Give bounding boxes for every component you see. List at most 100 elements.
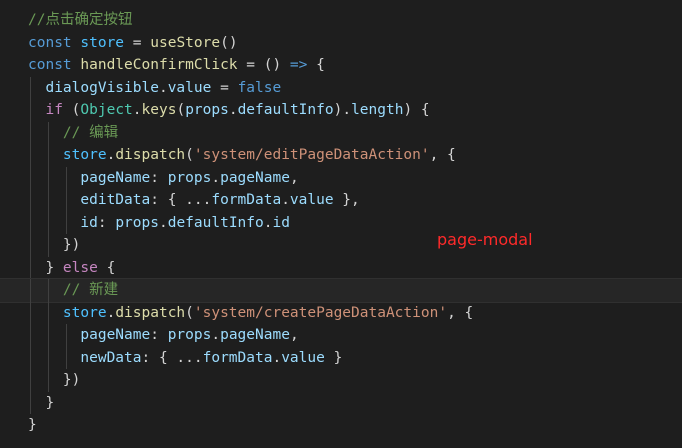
code-line[interactable]: } bbox=[0, 391, 682, 414]
code-token: }) bbox=[28, 237, 81, 253]
code-token: . bbox=[158, 79, 168, 96]
code-token: value bbox=[167, 79, 212, 96]
code-token: : { ... bbox=[141, 349, 203, 366]
code-token: : bbox=[97, 214, 116, 231]
code-token: pageName bbox=[220, 327, 290, 343]
code-line[interactable]: } bbox=[0, 414, 682, 437]
indent-guide bbox=[48, 369, 50, 392]
code-token: value bbox=[289, 192, 334, 208]
code-line[interactable]: const store = useStore() bbox=[0, 32, 682, 55]
code-editor[interactable]: //点击确定按钮 const store = useStore() const ha… bbox=[0, 0, 682, 448]
code-token: { bbox=[97, 259, 116, 276]
code-line[interactable]: store.dispatch('system/createPageDataAct… bbox=[0, 301, 682, 324]
code-token: props bbox=[167, 169, 212, 186]
code-token: = bbox=[211, 79, 238, 96]
indent-guide bbox=[30, 76, 31, 99]
code-token: defaultInfo bbox=[237, 102, 334, 118]
indent-guide bbox=[30, 121, 31, 144]
code-token: , bbox=[289, 327, 299, 343]
code-token: . bbox=[211, 327, 221, 343]
code-token: props bbox=[115, 214, 159, 231]
indent-guide bbox=[30, 279, 31, 302]
code-token: useStore bbox=[150, 34, 221, 51]
code-token: . bbox=[211, 169, 221, 186]
indent-guide bbox=[48, 166, 50, 189]
indent-guide bbox=[66, 324, 68, 347]
code-token: formData bbox=[202, 349, 273, 366]
code-token: Object bbox=[80, 102, 133, 118]
code-token: else bbox=[62, 259, 98, 276]
code-line[interactable]: // 编辑 bbox=[0, 121, 682, 144]
code-line[interactable]: id: props.defaultInfo.id bbox=[0, 211, 682, 234]
code-line[interactable]: //点击确定按钮 bbox=[0, 9, 682, 32]
code-line[interactable]: } else { bbox=[0, 256, 682, 279]
code-line[interactable]: pageName: props.pageName, bbox=[0, 166, 682, 189]
indent-guide bbox=[66, 189, 68, 212]
code-token: id bbox=[272, 214, 290, 231]
code-token: ( bbox=[185, 147, 194, 163]
code-line[interactable]: if (Object.keys(props.defaultInfo).lengt… bbox=[0, 99, 682, 122]
code-token: , { bbox=[447, 304, 474, 321]
indent-guide bbox=[30, 369, 31, 392]
code-line[interactable]: const handleConfirmClick = () => { bbox=[0, 54, 682, 77]
code-token: dispatch bbox=[115, 304, 186, 321]
code-token: { bbox=[307, 57, 325, 73]
indent-guide bbox=[48, 301, 50, 324]
code-token: const bbox=[28, 34, 72, 51]
code-token: . bbox=[106, 304, 116, 321]
code-token: }) bbox=[28, 372, 81, 388]
code-token: dispatch bbox=[115, 147, 186, 163]
code-token: () bbox=[220, 34, 238, 51]
indent-guide bbox=[48, 234, 50, 257]
indent-guide bbox=[30, 211, 31, 234]
code-line[interactable]: }) bbox=[0, 234, 682, 257]
code-token: => bbox=[289, 57, 308, 73]
code-token: id bbox=[80, 214, 98, 231]
indent-guide bbox=[30, 346, 31, 369]
code-line[interactable]: store.dispatch('system/editPageDataActio… bbox=[0, 144, 682, 167]
indent-guide bbox=[30, 234, 31, 257]
code-token: pageName bbox=[80, 169, 151, 186]
code-token: newData bbox=[80, 349, 142, 366]
indent-guide bbox=[48, 279, 50, 302]
code-line[interactable]: editData: { ...formData.value }, bbox=[0, 189, 682, 212]
code-token: ( bbox=[62, 102, 81, 118]
indent-guide bbox=[48, 346, 50, 369]
code-token: dialogVisible bbox=[45, 79, 159, 96]
code-token: . bbox=[228, 102, 238, 118]
code-token: ( bbox=[176, 102, 186, 118]
code-area[interactable]: //点击确定按钮 const store = useStore() const ha… bbox=[0, 9, 682, 437]
code-token: : bbox=[150, 169, 168, 186]
code-token: = () bbox=[237, 57, 290, 73]
code-token: props bbox=[185, 102, 229, 118]
indent-guide bbox=[30, 301, 31, 324]
code-line[interactable]: }) bbox=[0, 369, 682, 392]
indent-guide bbox=[30, 99, 31, 122]
indent-guide bbox=[30, 189, 31, 212]
code-line[interactable]: pageName: props.pageName, bbox=[0, 324, 682, 347]
code-token: formData bbox=[211, 192, 282, 208]
code-line[interactable]: dialogVisible.value = false bbox=[0, 76, 682, 99]
code-token: false bbox=[237, 79, 282, 96]
indent-guide bbox=[48, 324, 50, 347]
code-token: : { ... bbox=[150, 192, 212, 208]
indent-guide bbox=[30, 166, 31, 189]
code-token: = bbox=[124, 34, 151, 51]
code-token: length bbox=[351, 102, 404, 118]
indent-guide bbox=[30, 324, 31, 347]
code-token: . bbox=[272, 349, 282, 366]
code-line[interactable]: // 新建 bbox=[0, 278, 682, 303]
indent-guide bbox=[48, 211, 50, 234]
code-token: ) { bbox=[403, 102, 430, 118]
code-token: if bbox=[45, 102, 63, 118]
code-line[interactable]: newData: { ...formData.value } bbox=[0, 346, 682, 369]
code-token: handleConfirmClick bbox=[80, 57, 238, 73]
